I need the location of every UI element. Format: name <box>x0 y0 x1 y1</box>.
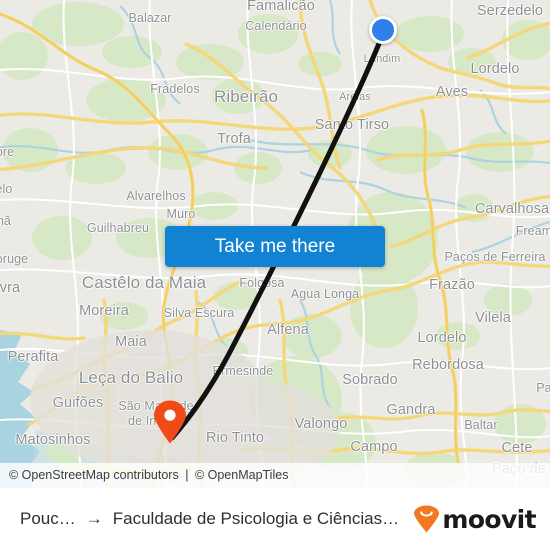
attribution-maptiles[interactable]: © OpenMapTiles <box>195 468 289 482</box>
attribution-separator: | <box>185 468 189 482</box>
moovit-logo[interactable]: moovit <box>413 504 537 534</box>
trip-summary[interactable]: Pouc… → Faculdade de Psicologia e Ciênci… <box>20 509 403 529</box>
origin-dot-icon[interactable] <box>369 16 397 44</box>
moovit-pin-icon <box>414 505 440 533</box>
trip-destination-label: Faculdade de Psicologia e Ciências da Ed… <box>112 509 404 528</box>
moovit-wordmark: moovit <box>442 504 536 534</box>
destination-pin-icon[interactable] <box>153 400 187 444</box>
map-attribution: © OpenStreetMap contributors | © OpenMap… <box>0 463 550 488</box>
trip-origin-label: Pouc… <box>20 509 76 528</box>
map-canvas[interactable]: Balazar Famalicão Calendário Serzedelo Frade… <box>0 0 550 488</box>
trip-footer: Pouc… → Faculdade de Psicologia e Ciênci… <box>0 488 550 550</box>
moovit-map-screen: Balazar Famalicão Calendário Serzedelo Frade… <box>0 0 550 550</box>
arrow-right-icon: → <box>85 509 103 528</box>
attribution-osm[interactable]: © OpenStreetMap contributors <box>9 468 179 482</box>
take-me-there-button[interactable]: Take me there <box>165 226 385 267</box>
